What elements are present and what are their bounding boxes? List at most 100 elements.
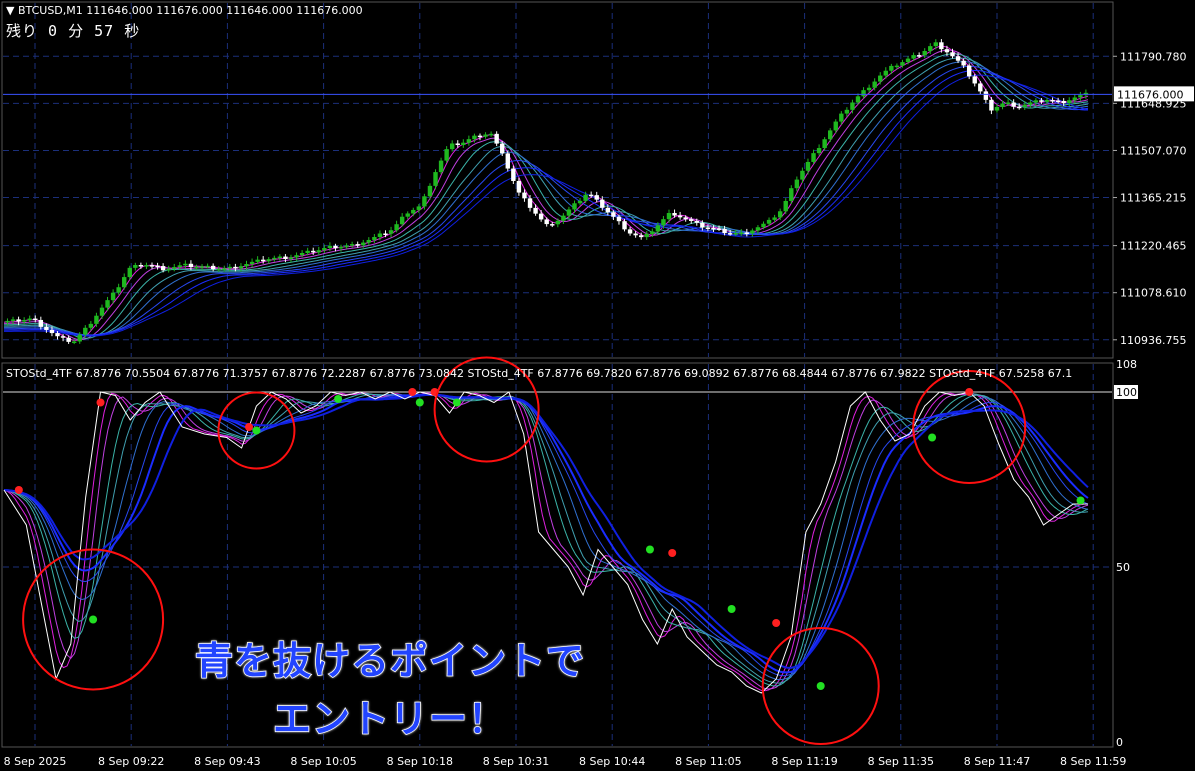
- candle-body: [722, 228, 727, 234]
- candle-body: [99, 307, 105, 316]
- candle-body: [94, 315, 99, 324]
- candle-body: [472, 135, 477, 140]
- candle-body: [583, 194, 588, 201]
- candle-body: [1005, 102, 1011, 105]
- candle-body: [1078, 95, 1083, 98]
- candle-body: [433, 172, 438, 186]
- candle-body: [210, 265, 216, 270]
- candle-body: [366, 239, 372, 243]
- candle-body: [455, 143, 460, 146]
- green-signal-dot: [1076, 496, 1085, 505]
- candle-body: [416, 206, 422, 210]
- candle-body: [272, 257, 277, 260]
- candle-body: [527, 198, 533, 208]
- candle-body: [855, 96, 861, 103]
- candle-body: [110, 292, 116, 301]
- candle-body: [127, 267, 132, 278]
- candle-body: [266, 259, 271, 262]
- candle-body: [516, 180, 522, 193]
- candle-body: [577, 200, 583, 204]
- candle-body: [149, 265, 155, 267]
- candle-body: [1039, 100, 1044, 102]
- candle-body: [138, 265, 144, 267]
- symbol-header: ▼ BTCUSD,M1 111646.000 111676.000 111646…: [6, 4, 363, 17]
- price-tick-label: 111365.215: [1120, 192, 1186, 205]
- time-tick-label: 8 Sep 11:35: [868, 755, 934, 768]
- candle-body: [594, 195, 599, 200]
- candle-body: [822, 139, 827, 149]
- candle-body: [5, 320, 10, 323]
- candle-body: [538, 213, 544, 220]
- candle-body: [505, 153, 510, 169]
- candle-body: [978, 83, 983, 92]
- indicator-label: STOStd_4TF 67.8776 70.5504 67.8776 71.37…: [6, 367, 1073, 380]
- candle-body: [916, 55, 922, 57]
- candle-body: [1061, 100, 1066, 104]
- candle-body: [966, 65, 972, 77]
- price-tick-label: 110936.755: [1120, 334, 1186, 347]
- candle-body: [205, 265, 210, 268]
- candle-body: [1033, 100, 1039, 103]
- red-signal-dot: [965, 388, 974, 396]
- candle-body: [566, 209, 572, 216]
- candle-body: [800, 170, 805, 180]
- indicator-tick-label: 100: [1116, 386, 1137, 399]
- candle-body: [172, 267, 177, 269]
- candle-body: [494, 133, 499, 144]
- candle-body: [1044, 100, 1050, 102]
- candle-body: [422, 196, 427, 207]
- candle-body: [627, 229, 633, 234]
- candle-body: [588, 194, 594, 197]
- candle-body: [444, 149, 449, 161]
- candle-body: [255, 259, 260, 262]
- candle-body: [488, 133, 494, 136]
- candle-body: [611, 212, 616, 217]
- time-tick-label: 8 Sep 09:43: [194, 755, 260, 768]
- candle-body: [1028, 102, 1033, 105]
- candle-body: [883, 70, 888, 76]
- candle-body: [399, 216, 405, 225]
- candle-body: [839, 113, 844, 122]
- candle-body: [655, 225, 661, 232]
- candle-body: [322, 248, 327, 251]
- candle-body: [672, 213, 677, 216]
- candle-body: [861, 90, 866, 97]
- indicator-tick-label: 50: [1116, 561, 1130, 574]
- candle-body: [372, 237, 377, 240]
- candle-body: [71, 341, 77, 343]
- candle-body: [772, 217, 777, 220]
- dropdown-triangle-icon[interactable]: ▼: [6, 4, 14, 17]
- candle-body: [622, 221, 627, 230]
- candle-body: [1055, 100, 1061, 102]
- candle-body: [733, 232, 738, 235]
- price-tick-label: 111648.925: [1120, 97, 1186, 110]
- candle-body: [683, 217, 688, 220]
- time-tick-label: 8 Sep 10:18: [387, 755, 453, 768]
- candle-body: [889, 65, 894, 71]
- candle-body: [427, 185, 433, 197]
- time-tick-label: 8 Sep 09:22: [98, 755, 164, 768]
- green-signal-dot: [415, 398, 424, 407]
- candle-body: [727, 233, 733, 235]
- candle-body: [533, 207, 538, 214]
- candle-body: [122, 277, 127, 288]
- green-signal-dot: [89, 615, 98, 624]
- candle-body: [511, 168, 516, 181]
- caption-line-2: エントリー！: [272, 696, 507, 742]
- candle-body: [994, 107, 1000, 111]
- candle-body: [222, 268, 227, 270]
- candle-body: [866, 87, 872, 91]
- candle-body: [249, 261, 255, 265]
- candle-body: [238, 266, 244, 269]
- candle-body: [1050, 100, 1055, 102]
- candle-body: [633, 233, 638, 236]
- candle-body: [983, 91, 989, 100]
- candle-body: [60, 336, 66, 338]
- candle-body: [327, 245, 333, 249]
- candle-body: [555, 220, 561, 225]
- candle-body: [911, 55, 916, 59]
- candle-body: [144, 265, 149, 267]
- indicator-tick-label: 0: [1116, 736, 1123, 749]
- candle-body: [1000, 103, 1005, 108]
- candle-body: [711, 227, 716, 230]
